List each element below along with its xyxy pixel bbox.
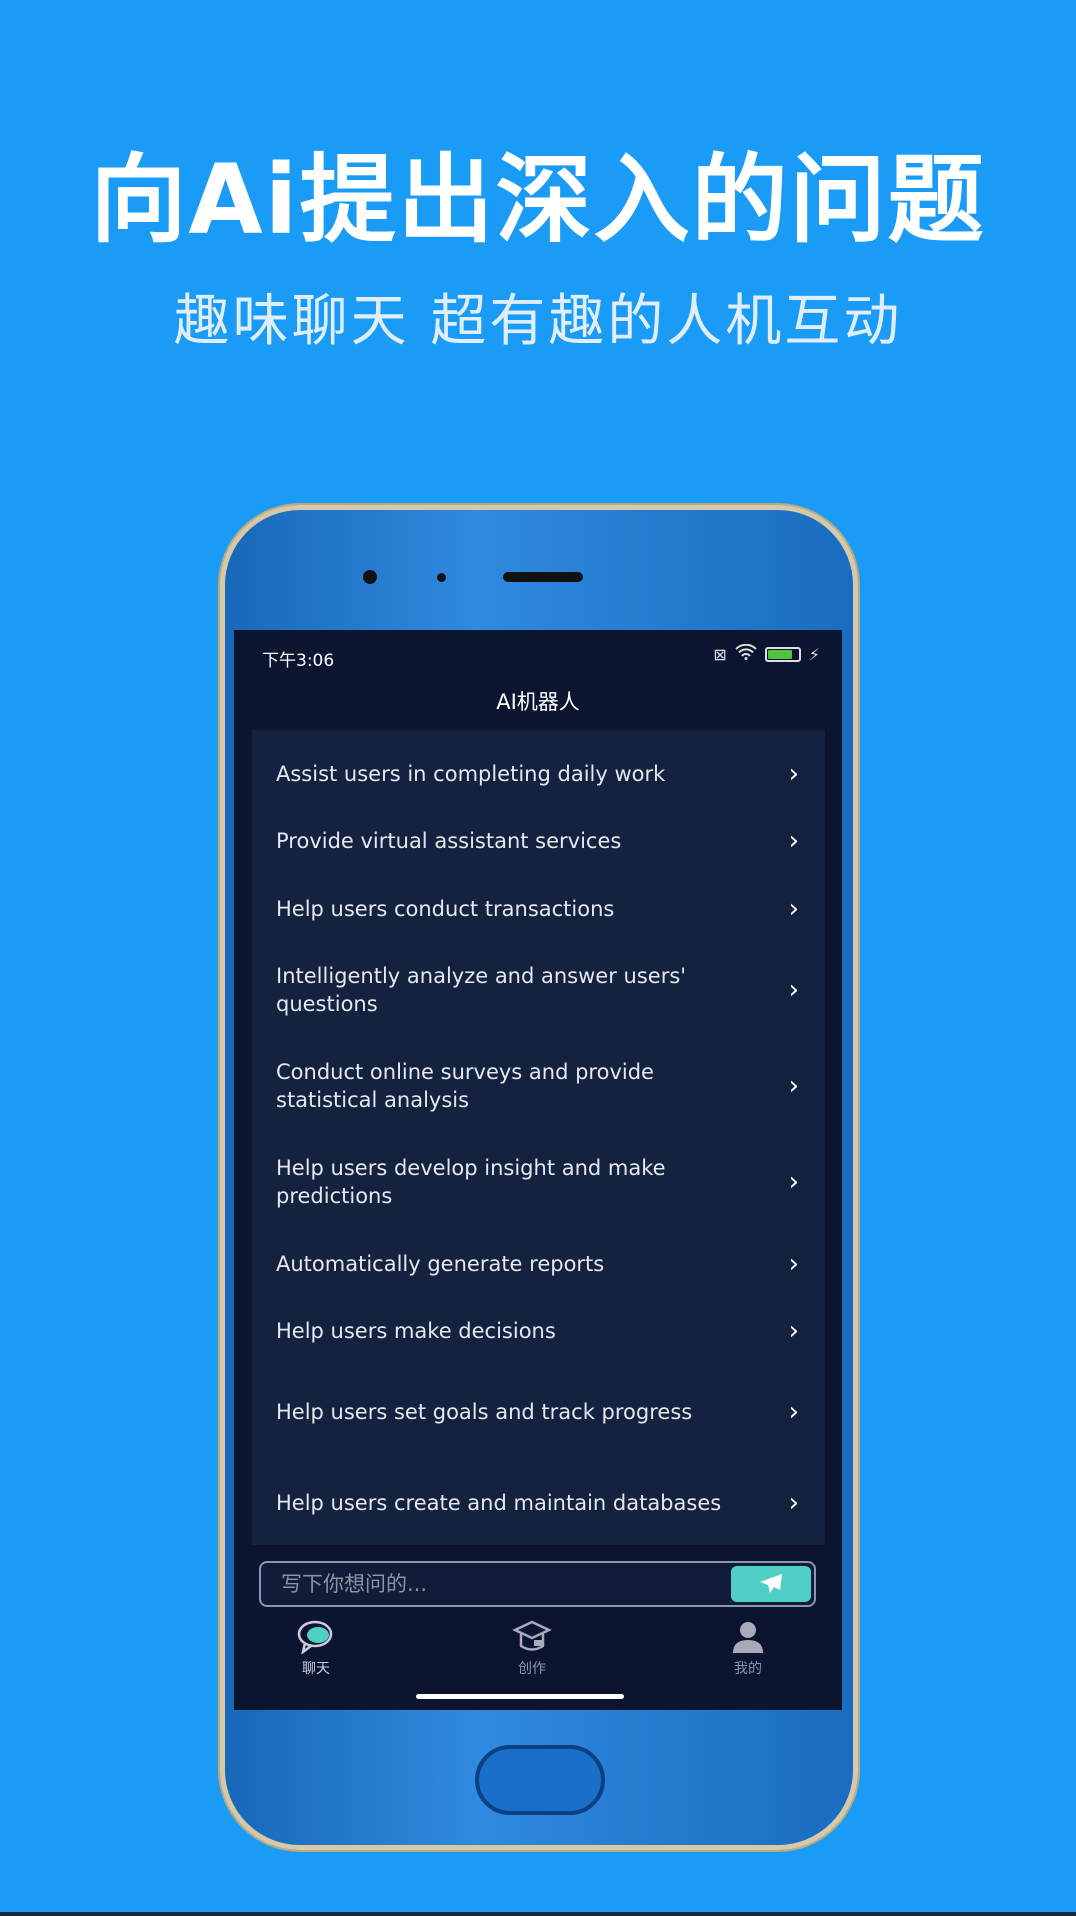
chevron-right-icon: › — [788, 1167, 799, 1197]
divider — [0, 1912, 1076, 1916]
list-item-label: Automatically generate reports — [276, 1251, 605, 1276]
promo-subtitle: 趣味聊天 超有趣的人机互动 — [173, 289, 903, 354]
battery-icon — [764, 646, 801, 662]
nav-chat[interactable]: 聊天 — [296, 1620, 336, 1678]
home-indicator — [416, 1694, 624, 1699]
list-item[interactable]: Provide virtual assistant services › — [252, 807, 825, 874]
nav-label: 我的 — [734, 1661, 762, 1677]
list-item[interactable]: Conduct online surveys and provide stati… — [252, 1038, 825, 1134]
chevron-right-icon: › — [788, 825, 799, 856]
chevron-right-icon: › — [788, 975, 799, 1005]
wifi-icon — [735, 643, 757, 664]
question-input-bar — [259, 1561, 816, 1607]
sensor — [437, 573, 446, 582]
graduation-cap-icon — [512, 1620, 552, 1651]
nav-label: 创作 — [518, 1661, 546, 1677]
status-time: 下午3:06 — [262, 651, 335, 671]
charging-icon: ⚡ — [808, 644, 820, 664]
question-input[interactable] — [261, 1563, 701, 1605]
promo-headline: 向Ai提出深入的问题 — [90, 144, 986, 256]
app-screen: 下午3:06 ⊠ ⚡ AI机器人 Assist users in complet… — [234, 630, 842, 1710]
list-item-label: Conduct online surveys and provide stati… — [276, 1060, 654, 1112]
status-icons: ⊠ ⚡ — [713, 643, 820, 664]
chevron-right-icon: › — [788, 1487, 799, 1518]
list-item[interactable]: Help users make decisions › — [252, 1297, 825, 1364]
bottom-nav: 聊天 创作 我的 — [234, 1620, 842, 1678]
list-item-label: Help users make decisions — [276, 1318, 556, 1343]
user-icon — [733, 1622, 763, 1653]
chevron-right-icon: › — [788, 1397, 799, 1427]
camera — [363, 570, 377, 584]
chevron-right-icon: › — [788, 1315, 799, 1346]
suggestion-list: Assist users in completing daily work › Pr… — [252, 730, 825, 1545]
list-item[interactable]: Help users create and maintain databases… — [252, 1460, 825, 1545]
chevron-right-icon: › — [788, 758, 799, 789]
list-item-label: Help users develop insight and make pred… — [276, 1156, 666, 1208]
chevron-right-icon: › — [788, 893, 799, 924]
nav-label: 聊天 — [302, 1661, 330, 1677]
speaker — [503, 572, 583, 582]
list-item[interactable]: Help users develop insight and make pred… — [252, 1134, 825, 1230]
page-title: AI机器人 — [496, 690, 580, 714]
chevron-right-icon: › — [788, 1248, 799, 1279]
list-item[interactable]: Help users set goals and track progress › — [252, 1364, 825, 1460]
list-item-label: Intelligently analyze and answer users' … — [276, 964, 687, 1016]
home-button — [475, 1745, 605, 1815]
chat-bubble-icon — [297, 1620, 333, 1654]
list-item[interactable]: Assist users in completing daily work › — [252, 740, 825, 807]
nav-create[interactable]: 创作 — [512, 1620, 552, 1678]
list-item[interactable]: Help users conduct transactions › — [252, 875, 825, 942]
list-item-label: Assist users in completing daily work — [276, 761, 666, 786]
paper-plane-icon — [760, 1574, 782, 1593]
sim-icon: ⊠ — [713, 644, 727, 664]
list-item-label: Help users conduct transactions — [276, 896, 615, 921]
list-item-label: Provide virtual assistant services — [276, 828, 622, 853]
nav-profile[interactable]: 我的 — [728, 1620, 768, 1678]
list-item-label: Help users set goals and track progress — [276, 1400, 693, 1424]
list-item[interactable]: Automatically generate reports › — [252, 1230, 825, 1297]
send-button[interactable] — [731, 1566, 811, 1602]
list-item-label: Help users create and maintain databases — [276, 1490, 722, 1515]
list-item[interactable]: Intelligently analyze and answer users' … — [252, 942, 825, 1038]
chevron-right-icon: › — [788, 1071, 799, 1101]
